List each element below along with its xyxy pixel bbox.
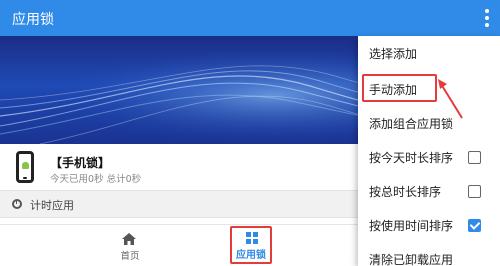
menu-item-label: 选择添加 <box>369 47 418 61</box>
menu-item-label: 按总时长排序 <box>369 185 442 199</box>
clock-icon <box>12 199 22 209</box>
menu-item-label: 清除已卸载应用 <box>369 253 454 266</box>
section-label: 计时应用 <box>30 199 74 212</box>
app-bar: 应用锁 <box>0 0 500 36</box>
nav-home-label: 首页 <box>120 251 140 262</box>
phone-icon <box>16 151 34 183</box>
home-icon <box>122 233 136 245</box>
nav-home[interactable]: 首页 <box>100 225 160 266</box>
grid-icon <box>246 232 258 244</box>
sort-today-checkbox[interactable] <box>468 151 481 164</box>
overflow-menu: 选择添加 手动添加 添加组合应用锁 按今天时长排序 按总时长排序 按使用时间排序… <box>358 36 500 266</box>
menu-item-sort-today[interactable]: 按今天时长排序 <box>358 140 500 174</box>
sort-total-checkbox[interactable] <box>468 185 481 198</box>
lock-title: 【手机锁】 <box>50 156 111 170</box>
menu-item-sort-total[interactable]: 按总时长排序 <box>358 174 500 208</box>
annotation-arrow-icon <box>438 79 463 119</box>
page-title: 应用锁 <box>12 12 54 28</box>
nav-app-lock-label: 应用锁 <box>236 250 266 261</box>
menu-item-select-add[interactable]: 选择添加 <box>358 36 500 70</box>
menu-item-sort-usage-time[interactable]: 按使用时间排序 <box>358 208 500 242</box>
more-vert-icon[interactable] <box>480 6 494 30</box>
menu-item-clear-uninstalled[interactable]: 清除已卸载应用 <box>358 242 500 266</box>
annotation-highlight-box <box>362 74 437 102</box>
menu-item-label: 按今天时长排序 <box>369 151 454 165</box>
usage-summary: 今天已用0秒 总计0秒 <box>50 174 142 185</box>
android-icon <box>22 162 29 169</box>
menu-item-label: 按使用时间排序 <box>369 219 454 233</box>
menu-item-add-group-lock[interactable]: 添加组合应用锁 <box>358 106 500 140</box>
nav-app-lock[interactable]: 应用锁 <box>230 226 272 264</box>
sort-usage-time-checkbox[interactable] <box>468 219 481 232</box>
